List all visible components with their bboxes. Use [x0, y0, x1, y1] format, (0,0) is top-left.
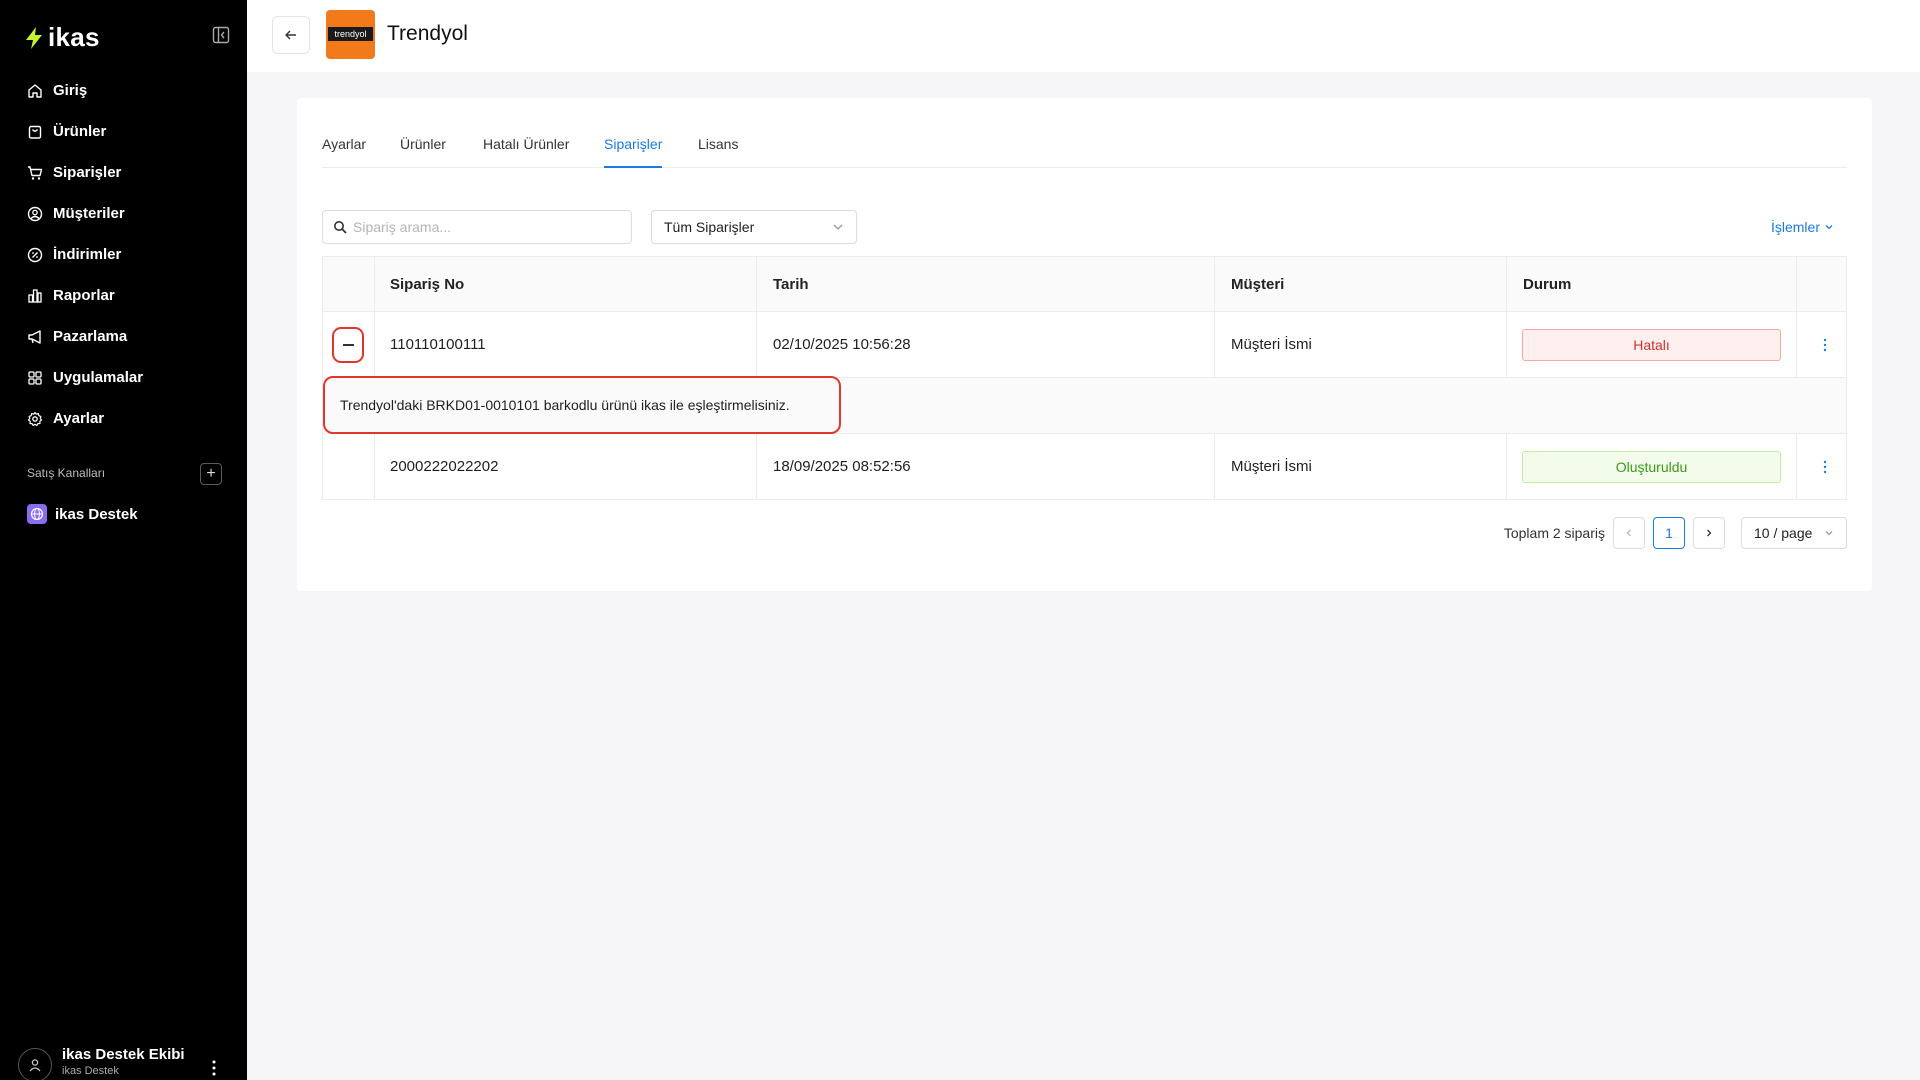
table-row[interactable]: 110110100111 02/10/2025 10:56:28 Müşteri… — [322, 312, 1847, 378]
customer-name: Müşteri İsmi — [1231, 336, 1312, 353]
status-badge: Hatalı — [1522, 329, 1781, 361]
chevron-down-icon — [1825, 225, 1833, 230]
sidebar-item-label: Giriş — [53, 82, 88, 99]
sidebar: ikas Giriş Ürünler Siparişler Müşteriler… — [0, 0, 247, 1080]
column-header-date: Tarih — [773, 275, 809, 293]
more-vertical-icon[interactable] — [208, 1058, 220, 1078]
minus-icon — [342, 344, 354, 346]
column-header-customer: Müşteri — [1231, 275, 1285, 293]
sidebar-item-ayarlar[interactable]: Ayarlar — [0, 398, 247, 439]
brand-logo-text: trendyol — [328, 27, 373, 41]
sidebar-item-urunler[interactable]: Ürünler — [0, 111, 247, 152]
status-badge: Oluşturuldu — [1522, 451, 1781, 483]
page-header: trendyol Trendyol — [247, 0, 1920, 72]
sidebar-nav: Giriş Ürünler Siparişler Müşteriler İndi… — [0, 70, 247, 439]
order-number: 110110100111 — [390, 336, 486, 353]
column-header-order-no: Sipariş No — [390, 275, 465, 293]
table-header: Sipariş No Tarih Müşteri Durum — [322, 256, 1847, 312]
sidebar-item-label: Siparişler — [53, 164, 122, 181]
home-icon — [28, 83, 42, 98]
actions-dropdown[interactable]: İşlemler — [1771, 219, 1834, 235]
error-message: Trendyol'daki BRKD01-0010101 barkodlu ür… — [323, 376, 841, 434]
channel-item-ikas-destek[interactable]: ikas Destek — [27, 504, 138, 524]
tab-ayarlar[interactable]: Ayarlar — [322, 136, 366, 168]
customer-name: Müşteri İsmi — [1231, 458, 1312, 475]
globe-icon — [27, 504, 47, 524]
chevron-right-icon — [1707, 529, 1712, 537]
discount-icon — [27, 247, 43, 262]
sidebar-item-giris[interactable]: Giriş — [0, 70, 247, 111]
channel-label: ikas Destek — [55, 505, 138, 523]
gear-icon — [27, 411, 43, 426]
search-input[interactable] — [353, 219, 623, 235]
chevron-left-icon — [1626, 529, 1631, 537]
page-title: Trendyol — [387, 22, 468, 45]
bag-icon — [28, 125, 42, 139]
page-size-value: 10 / page — [1754, 525, 1813, 541]
ikas-logo[interactable]: ikas — [24, 22, 100, 53]
order-number: 2000222022202 — [390, 458, 499, 475]
collapse-sidebar-icon[interactable] — [212, 26, 230, 44]
sidebar-item-raporlar[interactable]: Raporlar — [0, 275, 247, 316]
sidebar-item-pazarlama[interactable]: Pazarlama — [0, 316, 247, 357]
order-filter-select[interactable]: Tüm Siparişler — [651, 210, 857, 244]
chevron-down-icon — [833, 224, 843, 230]
order-search[interactable] — [322, 210, 632, 244]
user-name: ikas Destek Ekibi — [62, 1046, 185, 1063]
next-page-button[interactable] — [1693, 517, 1725, 549]
order-date: 18/09/2025 08:52:56 — [773, 458, 911, 475]
more-vertical-icon[interactable] — [1821, 459, 1829, 475]
arrow-left-icon — [285, 30, 296, 40]
sidebar-item-label: Ayarlar — [53, 410, 105, 427]
sidebar-item-label: Pazarlama — [53, 328, 128, 345]
sales-channels-title: Satış Kanalları — [27, 466, 106, 480]
sidebar-item-indirimler[interactable]: İndirimler — [0, 234, 247, 275]
column-header-status: Durum — [1523, 275, 1572, 293]
user-profile[interactable]: ikas Destek Ekibi ikas Destek — [18, 1046, 185, 1080]
sidebar-item-label: Raporlar — [53, 287, 115, 304]
tab-siparisler[interactable]: Siparişler — [604, 136, 663, 168]
back-button[interactable] — [272, 16, 310, 54]
chevron-down-icon — [1825, 531, 1833, 536]
page-size-select[interactable]: 10 / page — [1741, 517, 1847, 549]
trendyol-logo: trendyol — [326, 10, 375, 59]
tab-urunler[interactable]: Ürünler — [400, 136, 446, 168]
more-vertical-icon[interactable] — [1821, 337, 1829, 353]
cart-icon — [28, 165, 43, 180]
order-date: 02/10/2025 10:56:28 — [773, 336, 911, 353]
content-card: Ayarlar Ürünler Hatalı Ürünler Siparişle… — [297, 98, 1872, 591]
page-number-button[interactable]: 1 — [1653, 517, 1685, 549]
chart-icon — [28, 288, 42, 303]
sidebar-item-label: Ürünler — [53, 123, 107, 140]
logo-text: ikas — [48, 22, 100, 52]
user-circle-icon — [27, 206, 43, 221]
megaphone-icon — [28, 329, 41, 344]
avatar — [18, 1048, 52, 1080]
orders-table: Sipariş No Tarih Müşteri Durum 110110100… — [322, 256, 1847, 500]
pagination: Toplam 2 sipariş 1 10 / page — [1504, 517, 1847, 549]
table-row[interactable]: 2000222022202 18/09/2025 08:52:56 Müşter… — [322, 434, 1847, 500]
search-icon — [334, 221, 347, 234]
sidebar-item-label: İndirimler — [53, 246, 122, 263]
sidebar-item-siparisler[interactable]: Siparişler — [0, 152, 247, 193]
sidebar-item-label: Uygulamalar — [53, 369, 144, 386]
order-filter-value: Tüm Siparişler — [664, 219, 755, 235]
tab-lisans[interactable]: Lisans — [698, 136, 738, 168]
prev-page-button[interactable] — [1613, 517, 1645, 549]
apps-grid-icon — [28, 370, 42, 385]
collapse-row-button[interactable] — [332, 327, 364, 363]
expanded-row-detail: Trendyol'daki BRKD01-0010101 barkodlu ür… — [322, 376, 1847, 434]
tab-hatali-urunler[interactable]: Hatalı Ürünler — [483, 136, 569, 168]
actions-label: İşlemler — [1770, 219, 1820, 235]
total-count: Toplam 2 sipariş — [1503, 525, 1605, 541]
tab-bar: Ayarlar Ürünler Hatalı Ürünler Siparişle… — [322, 136, 1847, 168]
plus-icon: + — [206, 465, 216, 482]
user-store: ikas Destek — [62, 1065, 119, 1077]
sidebar-item-label: Müşteriler — [53, 205, 125, 222]
add-channel-button[interactable]: + — [200, 463, 222, 485]
sidebar-item-uygulamalar[interactable]: Uygulamalar — [0, 357, 247, 398]
user-icon — [29, 1059, 41, 1072]
sidebar-item-musteriler[interactable]: Müşteriler — [0, 193, 247, 234]
bolt-icon — [26, 26, 42, 49]
